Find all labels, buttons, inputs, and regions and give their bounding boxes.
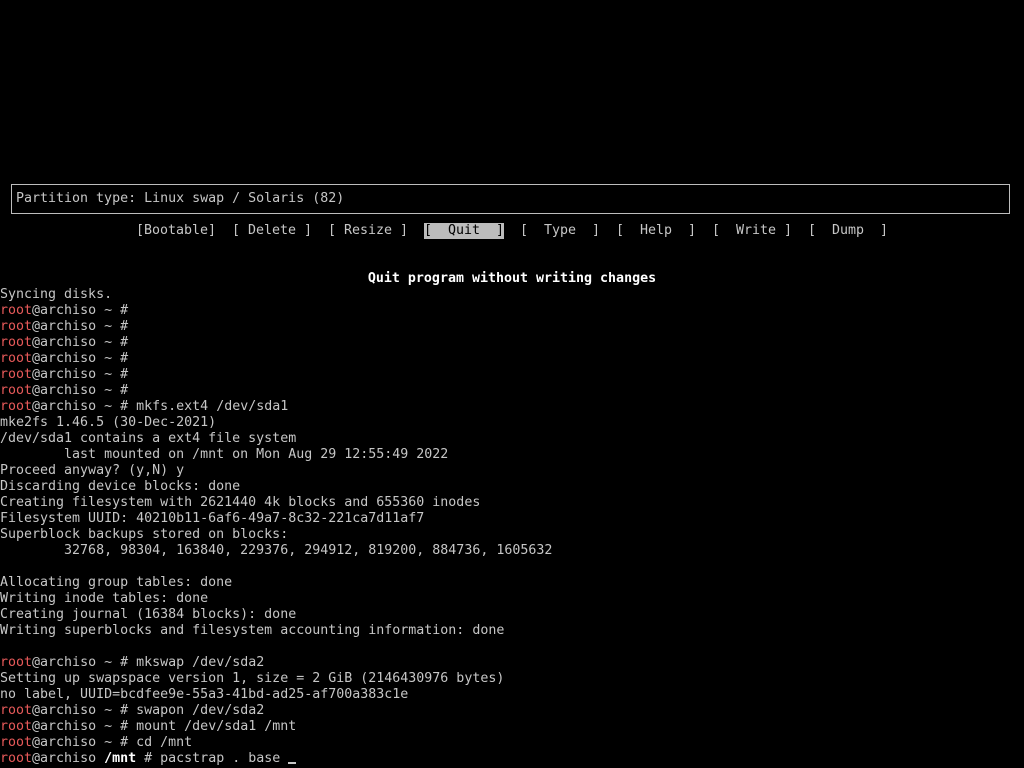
output-line: Superblock backups stored on blocks: (0, 527, 289, 542)
status-message: Quit program without writing changes (367, 271, 657, 286)
prompt-dir: ~ (104, 367, 113, 382)
prompt-dir: /mnt (104, 751, 137, 766)
menu-item-resize[interactable]: [ Resize ] (328, 223, 408, 239)
output-line: Setting up swapspace version 1, size = 2… (0, 671, 505, 686)
prompt-user: root (0, 703, 33, 718)
prompt-host: @archiso (32, 335, 97, 350)
prompt-user: root (0, 383, 33, 398)
command-text: swapon /dev/sda2 (136, 703, 265, 718)
prompt-host: @archiso (32, 703, 97, 718)
output-line: Writing superblocks and filesystem accou… (0, 623, 505, 638)
menu-item-quit[interactable]: [ Quit ] (424, 223, 505, 239)
menu-item-delete[interactable]: [ Delete ] (232, 223, 312, 239)
command-text: mkswap /dev/sda2 (136, 655, 265, 670)
prompt-line: root@archiso ~ # cd /mnt (0, 735, 193, 750)
prompt-user: root (0, 351, 33, 366)
prompt-dir: ~ (104, 303, 113, 318)
prompt-host: @archiso (32, 303, 97, 318)
prompt-dir: ~ (104, 399, 113, 414)
prompt-user: root (0, 735, 33, 750)
prompt-dir: ~ (104, 319, 113, 334)
prompt-line: root@archiso ~ # (0, 383, 137, 398)
prompt-user: root (0, 303, 33, 318)
output-line: Syncing disks. (0, 287, 113, 302)
text-cursor (288, 762, 297, 764)
prompt-dir: ~ (104, 655, 113, 670)
prompt-user: root (0, 367, 33, 382)
prompt-dir: ~ (104, 703, 113, 718)
terminal-screen: { "partition_type": "Partition type: Lin… (0, 0, 1024, 768)
prompt-host: @archiso (32, 655, 97, 670)
prompt-line: root@archiso ~ # (0, 319, 137, 334)
output-line: no label, UUID=bcdfee9e-55a3-41bd-ad25-a… (0, 687, 409, 702)
prompt-host: @archiso (32, 751, 97, 766)
partition-type-label: Partition type: Linux swap / Solaris (82… (16, 191, 345, 206)
active-prompt-line[interactable]: root@archiso /mnt # pacstrap . base (0, 751, 297, 767)
prompt-dir: ~ (104, 735, 113, 750)
menu-item-bootable[interactable]: [Bootable] (136, 223, 216, 239)
prompt-host: @archiso (32, 719, 97, 734)
prompt-host: @archiso (32, 319, 97, 334)
prompt-host: @archiso (32, 735, 97, 750)
partition-type-box: Partition type: Linux swap / Solaris (82… (11, 184, 1010, 214)
prompt-line: root@archiso ~ # (0, 303, 137, 318)
prompt-user: root (0, 335, 33, 350)
prompt-user: root (0, 319, 33, 334)
cfdisk-menu-bar: [Bootable] [ Delete ] [ Resize ] [ Quit … (0, 223, 1024, 239)
output-line: Creating filesystem with 2621440 4k bloc… (0, 495, 481, 510)
output-line: /dev/sda1 contains a ext4 file system (0, 431, 297, 446)
prompt-line: root@archiso ~ # mount /dev/sda1 /mnt (0, 719, 297, 734)
output-line: Writing inode tables: done (0, 591, 209, 606)
output-line: 32768, 98304, 163840, 229376, 294912, 81… (0, 543, 553, 558)
output-line: last mounted on /mnt on Mon Aug 29 12:55… (0, 447, 449, 462)
prompt-host: @archiso (32, 367, 97, 382)
menu-item-dump[interactable]: [ Dump ] (808, 223, 888, 239)
prompt-line: root@archiso ~ # mkfs.ext4 /dev/sda1 (0, 399, 289, 414)
menu-item-type[interactable]: [ Type ] (520, 223, 600, 239)
output-line: Allocating group tables: done (0, 575, 233, 590)
prompt-dir: ~ (104, 351, 113, 366)
prompt-user: root (0, 751, 33, 766)
prompt-line: root@archiso ~ # (0, 367, 137, 382)
prompt-user: root (0, 719, 33, 734)
prompt-line: root@archiso ~ # swapon /dev/sda2 (0, 703, 265, 718)
output-line: Discarding device blocks: done (0, 479, 241, 494)
prompt-dir: ~ (104, 383, 113, 398)
prompt-dir: ~ (104, 335, 113, 350)
prompt-user: root (0, 655, 33, 670)
output-line: Proceed anyway? (y,N) y (0, 463, 185, 478)
command-text: pacstrap . base (160, 751, 281, 766)
output-line: Filesystem UUID: 40210b11-6af6-49a7-8c32… (0, 511, 425, 526)
output-line: Creating journal (16384 blocks): done (0, 607, 297, 622)
command-text: mount /dev/sda1 /mnt (136, 719, 297, 734)
command-text: cd /mnt (136, 735, 193, 750)
prompt-dir: ~ (104, 719, 113, 734)
prompt-host: @archiso (32, 399, 97, 414)
prompt-user: root (0, 399, 33, 414)
prompt-host: @archiso (32, 383, 97, 398)
command-text: mkfs.ext4 /dev/sda1 (136, 399, 289, 414)
prompt-host: @archiso (32, 351, 97, 366)
prompt-line: root@archiso ~ # (0, 351, 137, 366)
menu-item-help[interactable]: [ Help ] (616, 223, 696, 239)
menu-item-write[interactable]: [ Write ] (712, 223, 792, 239)
output-line: mke2fs 1.46.5 (30-Dec-2021) (0, 415, 217, 430)
prompt-line: root@archiso ~ # (0, 335, 137, 350)
prompt-line: root@archiso ~ # mkswap /dev/sda2 (0, 655, 265, 670)
